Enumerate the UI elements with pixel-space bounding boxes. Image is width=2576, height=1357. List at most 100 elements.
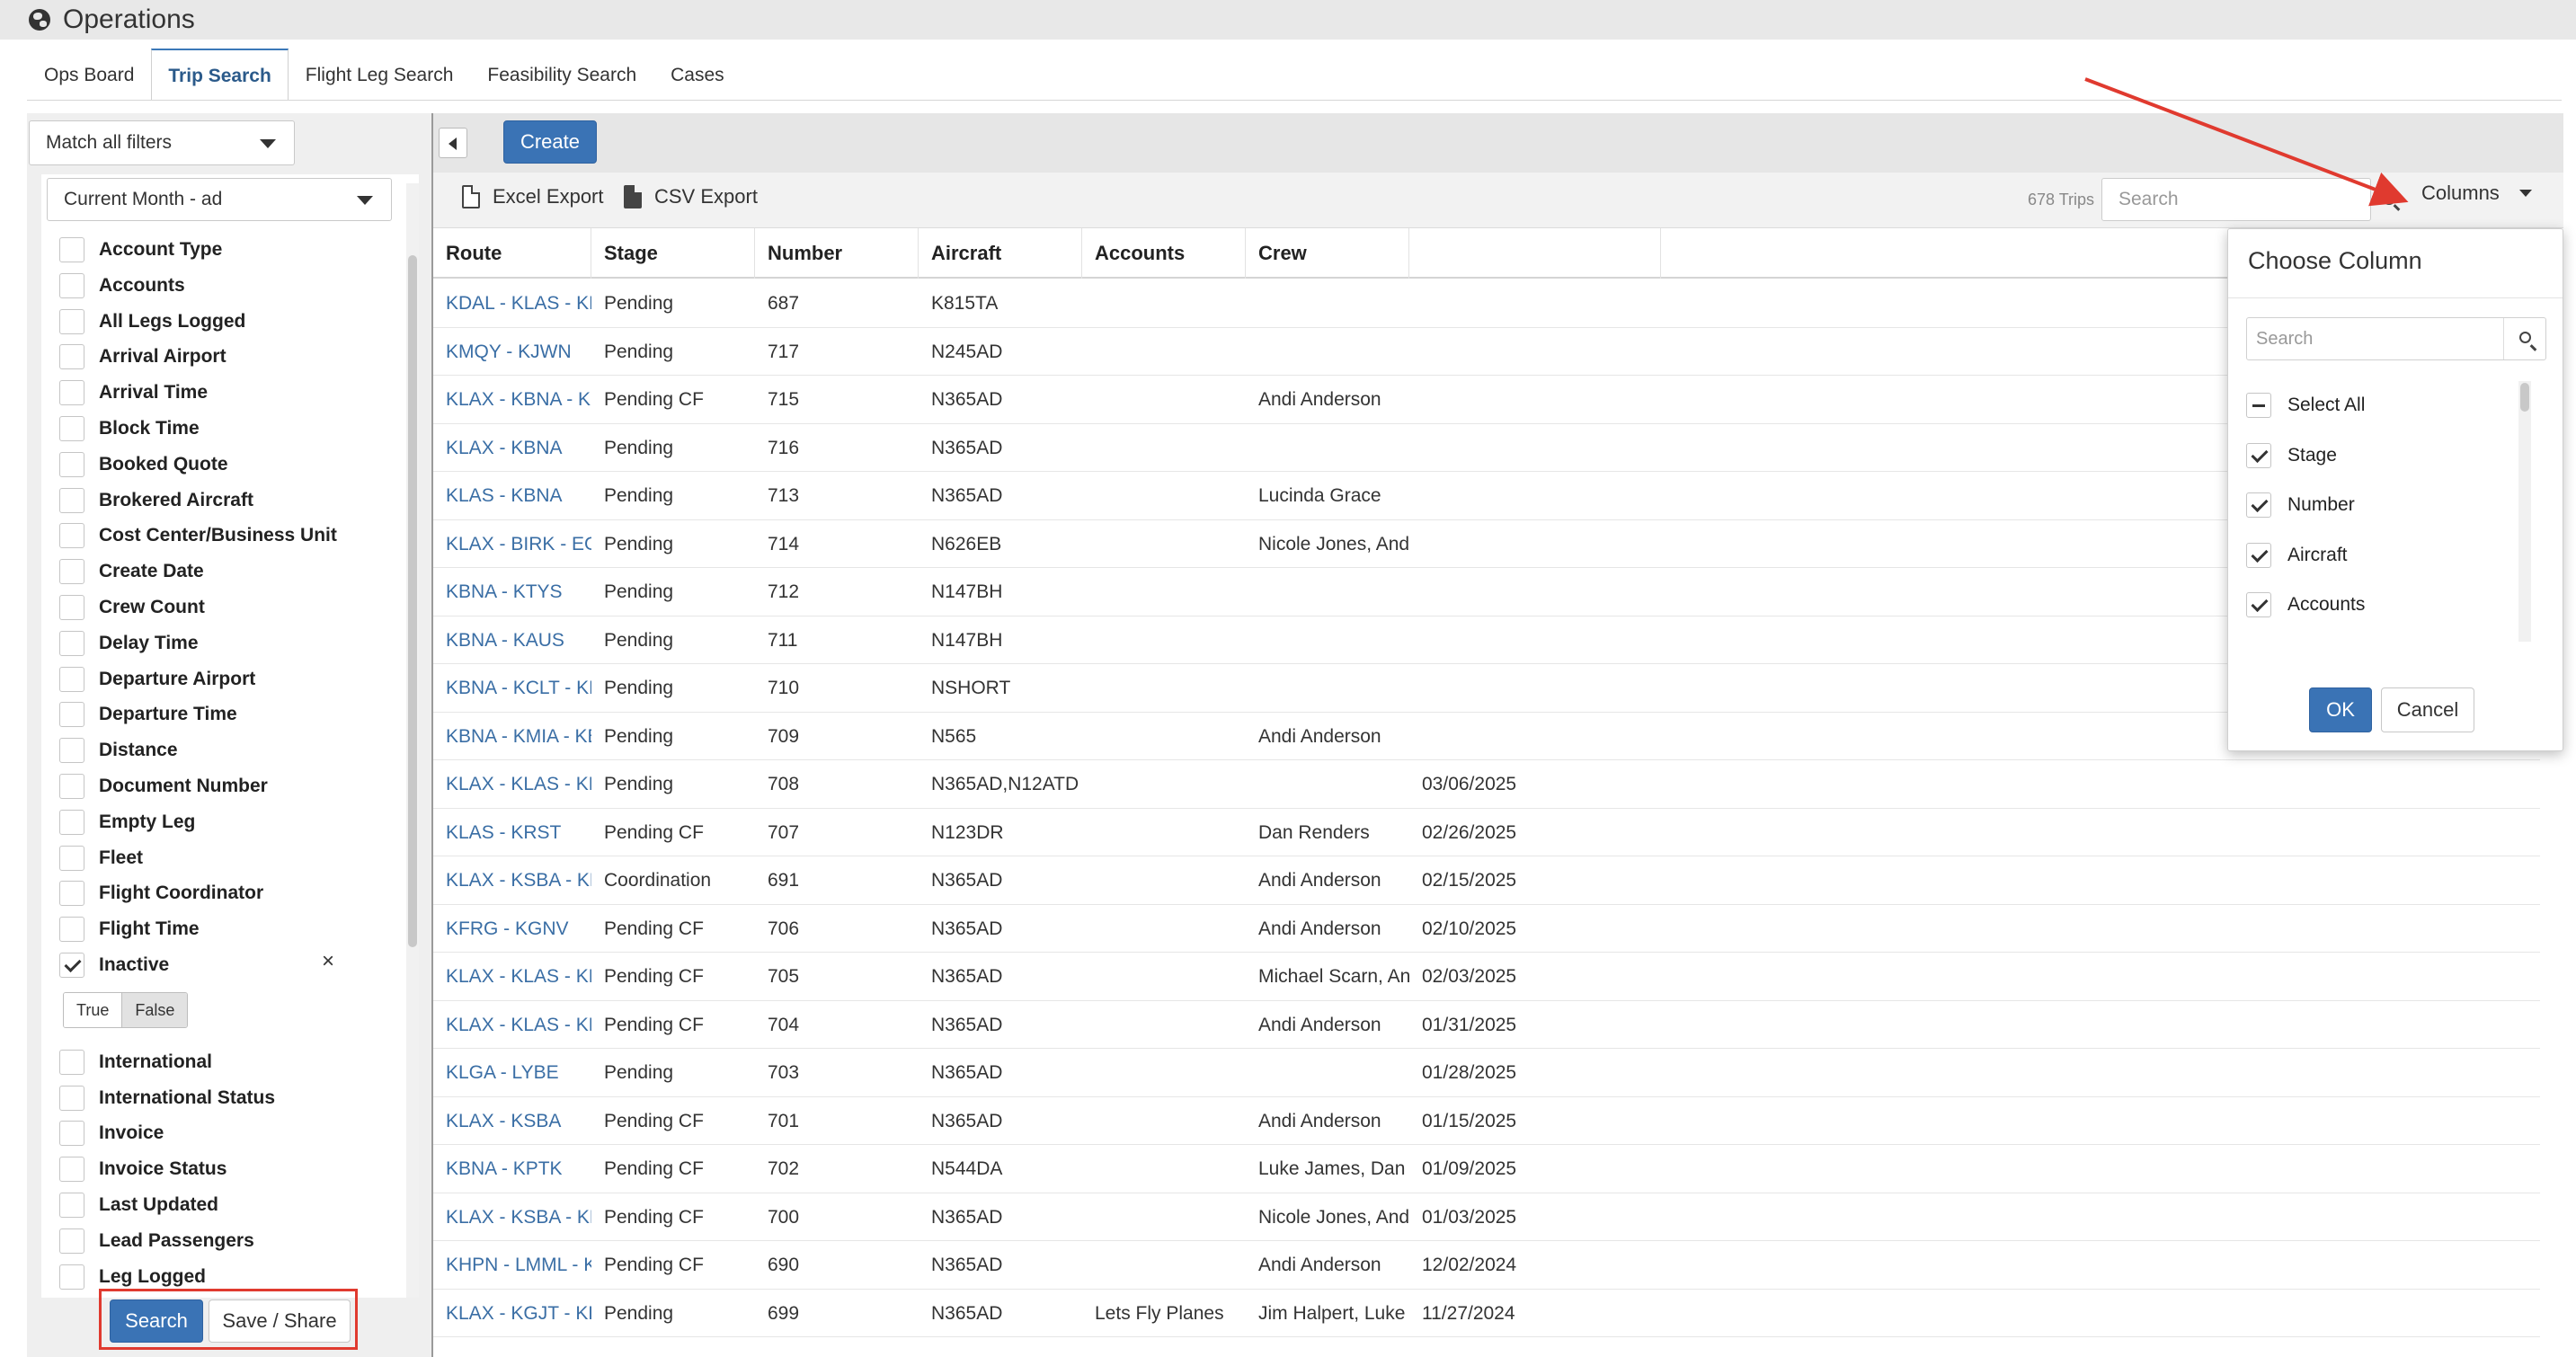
- columns-button[interactable]: Columns: [2421, 182, 2532, 205]
- inactive-true-option[interactable]: True: [64, 993, 122, 1027]
- route-link[interactable]: KLAS - KRST: [433, 809, 591, 856]
- table-row[interactable]: KBNA - KMIA - KBNA Pending 709 N565 Andi And…: [433, 713, 2540, 760]
- filter-checkbox[interactable]: [59, 1157, 84, 1183]
- table-row[interactable]: KBNA - KPTK Pending CF 702 N544DA Luke James…: [433, 1145, 2540, 1193]
- column-header[interactable]: Crew: [1246, 228, 1409, 279]
- save-share-button[interactable]: Save / Share: [209, 1299, 351, 1343]
- route-link[interactable]: KLAX - KGJT - KLAS: [433, 1290, 591, 1337]
- table-row[interactable]: KLAX - KLAS - KDAL Pending CF 705 N365AD Mic…: [433, 953, 2540, 1001]
- table-row[interactable]: KLAX - BIRK - EGGW Pending 714 N626EB Nicole…: [433, 520, 2540, 568]
- route-link[interactable]: KBNA - KPTK: [433, 1145, 591, 1193]
- filter-checkbox[interactable]: [59, 738, 84, 764]
- route-link[interactable]: KBNA - KAUS: [433, 616, 591, 664]
- route-link[interactable]: KBNA - KTYS: [433, 568, 591, 616]
- route-link[interactable]: KLAX - KBNA: [433, 424, 591, 472]
- table-row[interactable]: KLAX - KGJT - KLAS Pending 699 N365AD Lets F…: [433, 1290, 2540, 1337]
- sidebar-scrollbar[interactable]: [406, 183, 419, 1298]
- filter-checkbox[interactable]: [59, 1049, 84, 1075]
- table-row[interactable]: KLAX - KBNA Pending 716 N365AD: [433, 424, 2540, 472]
- route-link[interactable]: KFRG - KGNV: [433, 905, 591, 953]
- filter-item[interactable]: Departure Airport: [59, 661, 255, 697]
- route-link[interactable]: KLAX - BIRK - EGGW: [433, 520, 591, 568]
- filter-checkbox[interactable]: [59, 416, 84, 441]
- filter-item[interactable]: Invoice: [59, 1115, 164, 1151]
- column-option[interactable]: Stage: [2246, 438, 2337, 474]
- filter-item[interactable]: Brokered Aircraft: [59, 483, 253, 519]
- popup-scroll-thumb[interactable]: [2520, 383, 2529, 412]
- filter-checkbox[interactable]: [59, 595, 84, 620]
- column-checkbox[interactable]: [2246, 442, 2271, 468]
- route-link[interactable]: KBNA - KCLT - KBNA: [433, 664, 591, 712]
- filter-item[interactable]: Arrival Airport: [59, 339, 227, 375]
- column-header[interactable]: Aircraft: [919, 228, 1082, 279]
- search-icon[interactable]: [2519, 332, 2531, 343]
- filter-checkbox[interactable]: [59, 1228, 84, 1254]
- sidebar-scroll-thumb[interactable]: [408, 255, 417, 947]
- route-link[interactable]: KLAS - KBNA: [433, 472, 591, 519]
- table-row[interactable]: KBNA - KAUS Pending 711 N147BH: [433, 616, 2540, 664]
- route-link[interactable]: KLAX - KBNA - KCLT - KMIA - K...: [433, 376, 591, 423]
- filter-item[interactable]: Inactive: [59, 947, 169, 983]
- filter-item[interactable]: Create Date: [59, 554, 204, 590]
- table-row[interactable]: KBNA - KTYS Pending 712 N147BH: [433, 568, 2540, 616]
- table-row[interactable]: KLAX - KSBA - KDEN Coordination 691 N365AD A…: [433, 856, 2540, 905]
- table-search-input[interactable]: Search: [2101, 178, 2371, 221]
- filter-checkbox[interactable]: [59, 917, 84, 943]
- filter-checkbox[interactable]: [59, 1193, 84, 1218]
- filter-checkbox[interactable]: [59, 881, 84, 907]
- filter-checkbox[interactable]: [59, 702, 84, 728]
- filter-checkbox[interactable]: [59, 845, 84, 871]
- route-link[interactable]: KLAX - KLAS - KDAL: [433, 953, 591, 1000]
- column-checkbox[interactable]: [2246, 592, 2271, 617]
- column-option[interactable]: Accounts: [2246, 587, 2365, 623]
- table-row[interactable]: KHPN - LMML - KHPN Pending CF 690 N365AD And…: [433, 1241, 2540, 1290]
- route-link[interactable]: KDAL - KLAS - KDAL: [433, 279, 591, 327]
- filter-checkbox[interactable]: [59, 666, 84, 692]
- filter-checkbox[interactable]: [59, 630, 84, 656]
- filter-checkbox[interactable]: [59, 237, 84, 262]
- filter-item[interactable]: International: [59, 1044, 212, 1080]
- filter-item[interactable]: Document Number: [59, 768, 268, 804]
- column-header[interactable]: Number: [755, 228, 919, 279]
- clear-filter-icon[interactable]: ×: [322, 949, 334, 974]
- filter-checkbox[interactable]: [59, 1085, 84, 1111]
- tab-flight-leg-search[interactable]: Flight Leg Search: [289, 49, 471, 101]
- filter-item[interactable]: Delay Time: [59, 625, 199, 661]
- filter-item[interactable]: Flight Coordinator: [59, 875, 263, 911]
- cancel-button[interactable]: Cancel: [2381, 687, 2474, 732]
- filter-item[interactable]: Flight Time: [59, 911, 200, 947]
- collapse-sidebar-button[interactable]: [439, 128, 467, 158]
- filter-item[interactable]: Accounts: [59, 268, 185, 304]
- filter-checkbox[interactable]: [59, 559, 84, 585]
- tab-feasibility-search[interactable]: Feasibility Search: [470, 49, 653, 101]
- excel-export-button[interactable]: Excel Export: [462, 185, 604, 208]
- route-link[interactable]: KLAX - KLAS - KDEN - KLAX: [433, 760, 591, 808]
- filter-checkbox[interactable]: [59, 487, 84, 513]
- tab-ops-board[interactable]: Ops Board: [27, 49, 151, 101]
- column-option[interactable]: Number: [2246, 487, 2355, 523]
- table-row[interactable]: KFRG - KGNV Pending CF 706 N365AD Andi Ander…: [433, 905, 2540, 953]
- route-link[interactable]: KHPN - LMML - KHPN: [433, 1241, 591, 1289]
- inactive-false-option[interactable]: False: [121, 993, 188, 1027]
- table-row[interactable]: KLGA - LYBE Pending 703 N365AD 01/28/2025: [433, 1049, 2540, 1097]
- filter-checkbox[interactable]: [59, 774, 84, 799]
- column-checkbox[interactable]: [2246, 492, 2271, 518]
- route-link[interactable]: KLAX - KSBA: [433, 1097, 591, 1145]
- filter-checkbox[interactable]: [59, 272, 84, 298]
- popup-scrollbar[interactable]: [2518, 381, 2531, 642]
- filter-checkbox[interactable]: [59, 344, 84, 370]
- route-link[interactable]: KLAX - KLAS - KDAL: [433, 1001, 591, 1049]
- column-checkbox[interactable]: [2246, 393, 2271, 418]
- match-filters-select[interactable]: Match all filters: [29, 120, 295, 165]
- csv-export-button[interactable]: CSV Export: [624, 185, 758, 208]
- table-row[interactable]: KLAX - KSBA - KLAS - KDEN - K... Pending …: [433, 1193, 2540, 1241]
- table-row[interactable]: KLAX - KBNA - KCLT - KMIA - K... Pending …: [433, 376, 2540, 424]
- filter-item[interactable]: All Legs Logged: [59, 304, 245, 340]
- search-button[interactable]: Search: [110, 1299, 203, 1343]
- filter-checkbox[interactable]: [59, 1264, 84, 1290]
- filter-item[interactable]: Crew Count: [59, 590, 205, 625]
- filter-item[interactable]: International Status: [59, 1080, 275, 1116]
- filter-item[interactable]: Booked Quote: [59, 447, 228, 483]
- create-button[interactable]: Create: [503, 120, 597, 164]
- filter-item[interactable]: Block Time: [59, 411, 200, 447]
